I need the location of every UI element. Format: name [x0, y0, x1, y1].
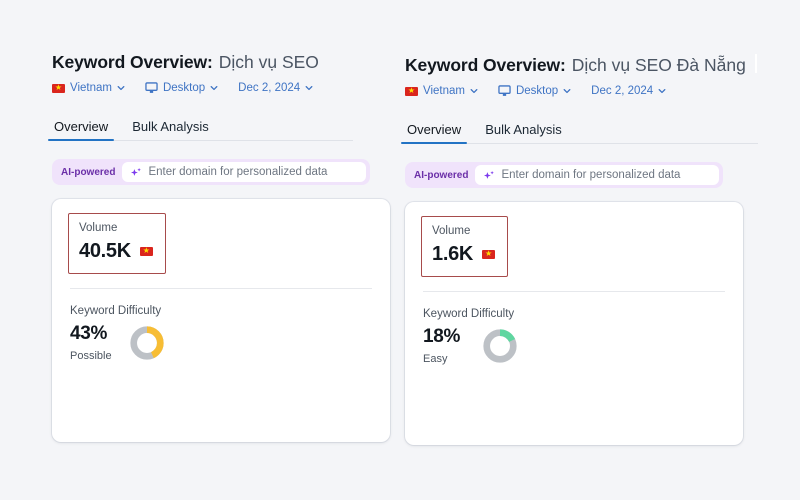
keyword-difficulty-label: Keyword Difficulty — [70, 304, 162, 317]
filter-country-label: Vietnam — [70, 82, 112, 94]
keyword-difficulty-percent: 18% — [423, 325, 461, 347]
tab-bulk-analysis[interactable]: Bulk Analysis — [483, 122, 564, 144]
domain-input[interactable]: Enter domain for personalized data — [122, 162, 366, 182]
chevron-down-icon — [210, 84, 218, 92]
tab-bar: Overview Bulk Analysis — [400, 117, 800, 144]
volume-label: Volume — [79, 222, 118, 234]
page-title: Keyword Overview: Dịch vụ SEO — [52, 52, 353, 73]
keyword-difficulty-text: 18% Easy — [423, 327, 481, 365]
ai-domain-bar: AI-powered Enter domain for personalized… — [52, 159, 370, 185]
filter-device[interactable]: Desktop — [498, 85, 571, 97]
tab-overview[interactable]: Overview — [400, 122, 468, 144]
keyword-difficulty-donut — [481, 327, 519, 365]
filter-date[interactable]: Dec 2, 2024 — [238, 82, 313, 94]
card-divider — [423, 290, 725, 292]
filter-bar: ★ Vietnam Desktop Dec 2, 2024 — [52, 82, 353, 94]
keyword-difficulty-label: Keyword Difficulty — [423, 307, 515, 320]
tab-bulk-analysis[interactable]: Bulk Analysis — [130, 119, 211, 141]
page-title-keyword: Dịch vụ SEO — [218, 52, 319, 72]
text-caret — [754, 54, 757, 73]
vietnam-flag-icon: ★ — [139, 246, 153, 256]
filter-device-label: Desktop — [515, 85, 559, 97]
ai-powered-badge: AI-powered — [61, 166, 116, 178]
page-title-label: Keyword Overview: — [52, 52, 213, 72]
domain-input[interactable]: Enter domain for personalized data — [475, 165, 719, 185]
vietnam-flag-icon: ★ — [405, 86, 418, 96]
filter-country[interactable]: ★ Vietnam — [405, 85, 478, 97]
keyword-difficulty-verdict: Possible — [70, 349, 112, 362]
panel-right: Keyword Overview: Dịch vụ SEO Đà Nẵng ★ … — [353, 0, 800, 500]
keyword-difficulty-text: 43% Possible — [70, 324, 128, 362]
ai-powered-badge: AI-powered — [414, 169, 469, 181]
filter-date-label: Dec 2, 2024 — [591, 85, 654, 97]
volume-value-row: 1.6K ★ — [432, 242, 496, 266]
metrics-card: Volume 40.5K ★ Keyword Difficulty 43% Po… — [52, 199, 390, 442]
keyword-difficulty-row: 43% Possible — [68, 324, 374, 362]
keyword-difficulty-row: 18% Easy — [421, 327, 727, 365]
metrics-card: Volume 1.6K ★ Keyword Difficulty 18% Eas… — [405, 202, 743, 445]
tab-bar: Overview Bulk Analysis — [47, 114, 353, 141]
keyword-difficulty-verdict: Easy — [423, 352, 448, 365]
filter-date[interactable]: Dec 2, 2024 — [591, 85, 666, 97]
ai-domain-bar: AI-powered Enter domain for personalized… — [405, 162, 723, 188]
chevron-down-icon — [305, 84, 313, 92]
filter-country-label: Vietnam — [423, 85, 465, 97]
card-divider — [70, 287, 372, 289]
page-title-label: Keyword Overview: — [405, 55, 566, 75]
vietnam-flag-icon: ★ — [482, 249, 496, 259]
page-title-keyword: Dịch vụ SEO Đà Nẵng — [571, 55, 746, 75]
domain-input-placeholder: Enter domain for personalized data — [148, 166, 328, 178]
volume-highlight-box: Volume 1.6K ★ — [421, 216, 509, 277]
filter-bar: ★ Vietnam Desktop Dec 2, 2024 — [405, 85, 800, 97]
vietnam-flag-icon: ★ — [52, 83, 65, 93]
filter-device[interactable]: Desktop — [145, 82, 218, 94]
sparkle-icon — [130, 166, 142, 178]
filter-date-label: Dec 2, 2024 — [238, 82, 301, 94]
volume-value-row: 40.5K ★ — [79, 240, 153, 263]
volume-highlight-box: Volume 40.5K ★ — [68, 213, 166, 274]
monitor-icon — [145, 82, 158, 94]
domain-input-placeholder: Enter domain for personalized data — [501, 169, 681, 181]
keyword-difficulty-percent: 43% — [70, 322, 108, 344]
chevron-down-icon — [470, 87, 478, 95]
panel-left: Keyword Overview: Dịch vụ SEO ★ Vietnam … — [0, 0, 390, 500]
keyword-overview-comparison: Keyword Overview: Dịch vụ SEO ★ Vietnam … — [0, 0, 800, 500]
chevron-down-icon — [563, 87, 571, 95]
keyword-difficulty-donut — [128, 324, 166, 362]
chevron-down-icon — [117, 84, 125, 92]
page-title: Keyword Overview: Dịch vụ SEO Đà Nẵng — [405, 52, 800, 76]
tab-overview[interactable]: Overview — [47, 119, 115, 141]
sparkle-icon — [483, 169, 495, 181]
volume-value: 1.6K — [432, 242, 474, 265]
chevron-down-icon — [658, 87, 666, 95]
filter-device-label: Desktop — [162, 82, 206, 94]
filter-country[interactable]: ★ Vietnam — [52, 82, 125, 94]
volume-label: Volume — [432, 225, 471, 237]
monitor-icon — [498, 85, 511, 97]
volume-value: 40.5K — [79, 239, 131, 262]
